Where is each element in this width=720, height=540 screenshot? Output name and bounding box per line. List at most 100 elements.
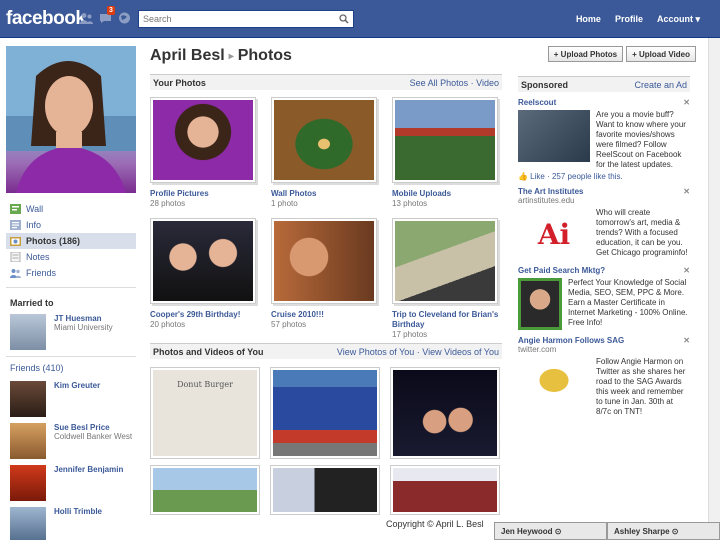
top-nav: Home Profile Account ▾ [576, 14, 700, 25]
left-column: Wall Info Photos (186) Notes Friends Mar… [6, 46, 136, 540]
album-cover[interactable] [392, 97, 498, 183]
close-icon[interactable]: ✕ [683, 98, 690, 107]
ad-text: Perfect Your Knowledge of Social Media, … [568, 278, 688, 327]
ad-title[interactable]: Reelscout [518, 98, 556, 107]
ad-item[interactable]: Angie Harmon Follows SAG ✕ twitter.com Fo… [518, 336, 690, 417]
tagged-photo[interactable] [270, 367, 380, 459]
friend-avatar[interactable] [10, 507, 46, 540]
messages-icon[interactable]: 3 [99, 6, 115, 24]
ad-item[interactable]: Get Paid Search Mktg? ✕ Perfect Your Know… [518, 266, 690, 330]
album-cover[interactable] [150, 218, 256, 304]
friend-item[interactable]: Sue Besl Price Coldwell Banker West [6, 423, 136, 459]
spouse-avatar[interactable] [10, 314, 46, 350]
album-cover[interactable] [392, 218, 498, 304]
tagged-photos-header: Photos and Videos of You View Photos of … [150, 343, 502, 359]
section-name: Photos [237, 47, 292, 64]
sponsored-column: Sponsored Create an Ad Reelscout ✕ Are yo… [518, 76, 690, 417]
owner-name[interactable]: April Besl [150, 47, 225, 65]
tagged-photo[interactable] [150, 465, 260, 515]
album-item[interactable]: Wall Photos 1 photo [271, 97, 381, 218]
ad-text: Follow Angie Harmon on Twitter as she sh… [596, 357, 686, 416]
friend-avatar[interactable] [10, 465, 46, 501]
friend-name[interactable]: Jennifer Benjamin [54, 465, 123, 474]
album-cover[interactable] [271, 97, 377, 183]
ad-item[interactable]: Reelscout ✕ Are you a movie buff? Want to… [518, 98, 690, 181]
friend-name[interactable]: Kim Greuter [54, 381, 100, 390]
close-icon[interactable]: ✕ [683, 266, 690, 275]
album-item[interactable]: Trip to Cleveland for Brian's Birthday 1… [392, 218, 502, 339]
ad-title[interactable]: Angie Harmon Follows SAG [518, 336, 624, 345]
friend-avatar[interactable] [10, 423, 46, 459]
create-ad-link[interactable]: Create an Ad [634, 80, 687, 90]
home-link[interactable]: Home [576, 14, 601, 25]
search-input[interactable] [139, 11, 329, 27]
view-photos-of-you-link[interactable]: View Photos of You · View Videos of You [337, 347, 499, 357]
album-name[interactable]: Profile Pictures [150, 189, 260, 199]
spouse-name[interactable]: JT Huesman [54, 314, 113, 323]
album-item[interactable]: Profile Pictures 28 photos [150, 97, 260, 218]
breadcrumb-arrow-icon: ▸ [228, 50, 234, 62]
album-name[interactable]: Trip to Cleveland for Brian's Birthday [392, 310, 502, 330]
sag-award-statue-image[interactable] [518, 357, 590, 409]
sponsored-label: Sponsored [521, 79, 569, 90]
notification-badge: 3 [107, 6, 115, 15]
friend-item[interactable]: Holli Trimble [6, 507, 136, 540]
ad-like-link[interactable]: 👍 Like · 257 people like this. [518, 172, 690, 181]
nav-wall[interactable]: Wall [6, 201, 136, 217]
friend-name[interactable]: Sue Besl Price [54, 423, 132, 432]
tagged-photo[interactable] [270, 465, 380, 515]
album-cover[interactable] [271, 218, 377, 304]
search-icon[interactable] [339, 14, 349, 26]
ad-title[interactable]: The Art Institutes [518, 187, 583, 196]
upload-photos-button[interactable]: + Upload Photos [547, 46, 624, 62]
art-institutes-logo[interactable]: Ai [518, 208, 590, 260]
album-count: 13 photos [392, 199, 428, 208]
chat-tab[interactable]: Ashley Sharpe ⊙ [607, 522, 720, 540]
close-icon[interactable]: ✕ [683, 336, 690, 345]
album-item[interactable]: Cruise 2010!!! 57 photos [271, 218, 381, 339]
facebook-logo[interactable]: facebook [6, 8, 86, 30]
friend-name[interactable]: Holli Trimble [54, 507, 102, 516]
nav-notes[interactable]: Notes [6, 249, 136, 265]
spouse-entry[interactable]: JT Huesman Miami University [6, 314, 136, 350]
album-item[interactable]: Mobile Uploads 13 photos [392, 97, 502, 218]
friends-count-link[interactable]: Friends (410) [6, 363, 136, 373]
profile-link[interactable]: Profile [615, 14, 643, 25]
ad-image[interactable] [518, 278, 562, 330]
album-cover[interactable] [150, 97, 256, 183]
ad-text: Who will create tomorrow's art, media & … [596, 208, 688, 257]
nav-photos[interactable]: Photos (186) [6, 233, 136, 249]
ad-text: Are you a movie buff? Want to know where… [596, 110, 686, 169]
friend-avatar[interactable] [10, 381, 46, 417]
ad-title[interactable]: Get Paid Search Mktg? [518, 266, 605, 275]
profile-picture[interactable] [6, 46, 136, 193]
album-name[interactable]: Wall Photos [271, 189, 381, 199]
friend-item[interactable]: Kim Greuter [6, 381, 136, 417]
chat-tab[interactable]: Jen Heywood ⊙ [494, 522, 607, 540]
ad-item[interactable]: The Art Institutes ✕ artinstitutes.edu Ai… [518, 187, 690, 260]
ad-domain: twitter.com [518, 345, 557, 354]
notifications-globe-icon[interactable] [118, 12, 131, 24]
scrollbar[interactable] [708, 38, 720, 540]
friend-requests-icon[interactable] [80, 12, 93, 24]
album-item[interactable]: Cooper's 29th Birthday! 20 photos [150, 218, 260, 339]
search-box[interactable] [138, 10, 354, 28]
chat-bar: Jen Heywood ⊙ Ashley Sharpe ⊙ [494, 522, 720, 540]
album-name[interactable]: Cruise 2010!!! [271, 310, 381, 320]
upload-video-button[interactable]: + Upload Video [626, 46, 696, 62]
tagged-photo[interactable] [390, 367, 500, 459]
see-all-photos-link[interactable]: See All Photos · Video [410, 78, 499, 88]
album-name[interactable]: Mobile Uploads [392, 189, 502, 199]
tagged-photo[interactable] [390, 465, 500, 515]
nav-info[interactable]: Info [6, 217, 136, 233]
friend-item[interactable]: Jennifer Benjamin [6, 465, 136, 501]
upload-actions: + Upload Photos + Upload Video [547, 46, 696, 62]
close-icon[interactable]: ✕ [683, 187, 690, 196]
nav-friends[interactable]: Friends [6, 265, 136, 281]
album-name[interactable]: Cooper's 29th Birthday! [150, 310, 260, 320]
account-menu[interactable]: Account ▾ [657, 14, 700, 25]
divider [6, 356, 136, 357]
tagged-photo[interactable]: Donut Burger [150, 367, 260, 459]
ad-image[interactable] [518, 110, 590, 162]
album-count: 57 photos [271, 320, 307, 329]
